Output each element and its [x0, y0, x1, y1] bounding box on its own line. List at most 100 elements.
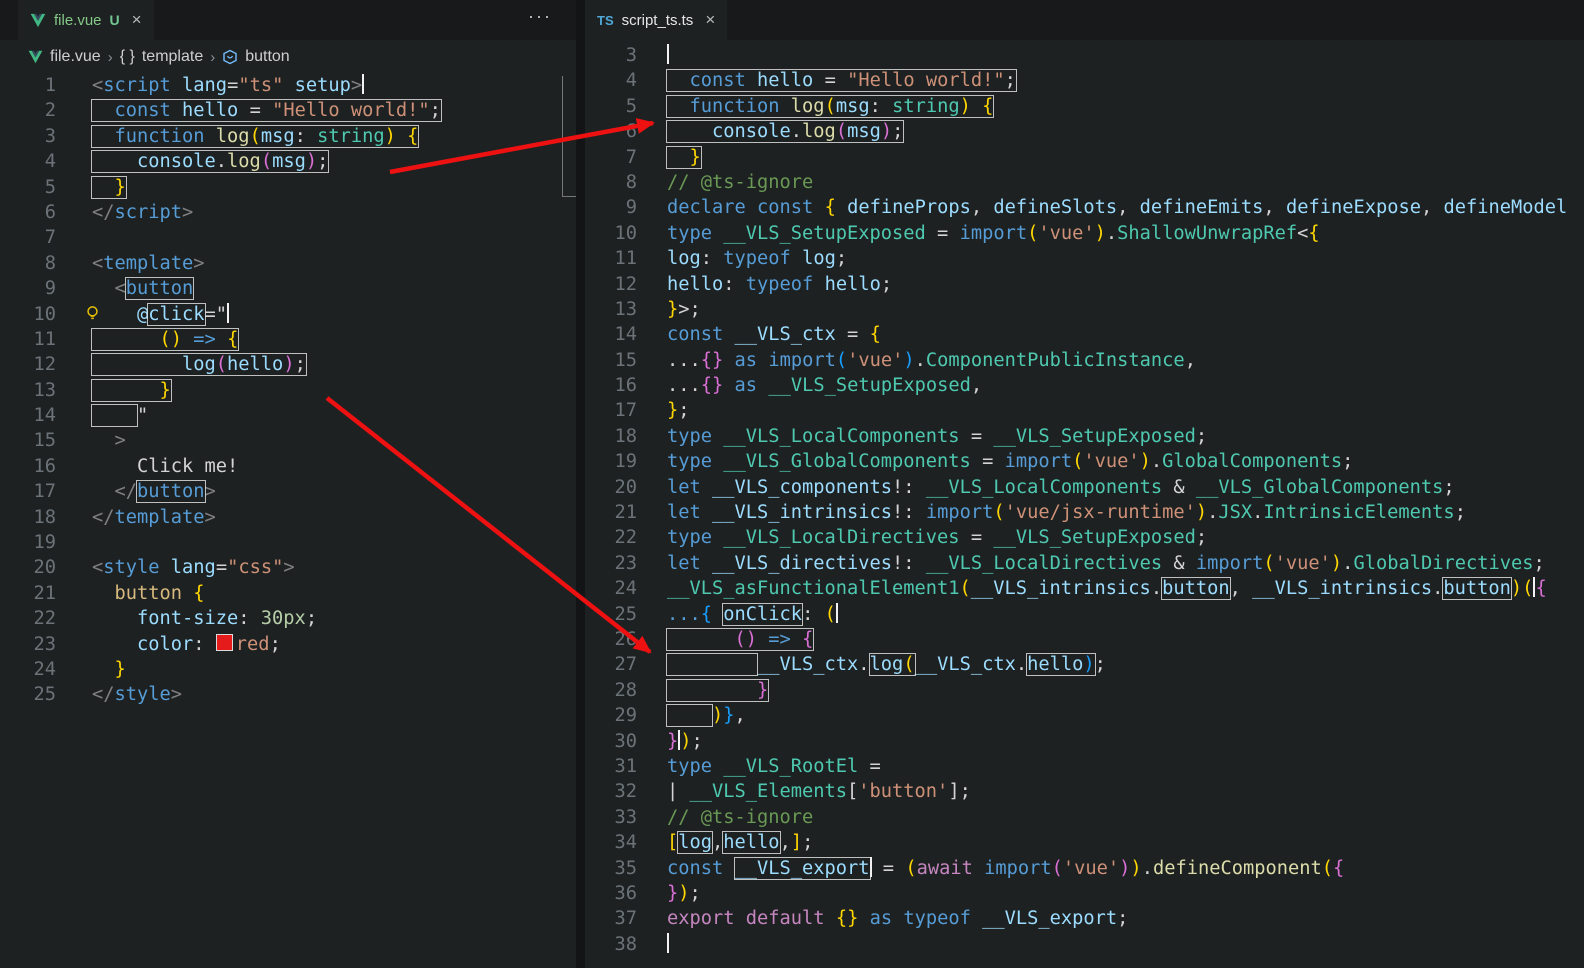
code-token: & — [1162, 552, 1196, 574]
code-content: <style lang="css"> — [92, 555, 295, 580]
breadcrumb-item-file[interactable]: file.vue — [50, 48, 101, 66]
code-token: } — [114, 658, 126, 680]
code-line: 11 () => { — [0, 327, 576, 352]
tab-script-ts[interactable]: TS script_ts.ts × — [585, 0, 728, 40]
mapping-box — [90, 404, 139, 428]
line-number: 14 — [614, 324, 637, 346]
editor-actions-icon[interactable]: ··· — [528, 6, 552, 27]
close-icon[interactable]: × — [132, 10, 142, 30]
code-line: 30}); — [585, 729, 1584, 754]
code-token: log — [790, 95, 825, 117]
code-token: . — [1432, 578, 1444, 600]
code-token: !: — [892, 552, 926, 574]
code-content: declare const { defineProps, defineSlots… — [667, 195, 1567, 220]
code-token: log — [802, 248, 836, 270]
line-number: 3 — [625, 45, 637, 66]
mapping-box: hello) — [1026, 653, 1096, 677]
code-token: hello — [667, 273, 724, 295]
code-token: msg — [260, 125, 295, 147]
line-number: 15 — [33, 430, 56, 452]
code-token: > — [114, 430, 126, 452]
code-token: log — [678, 832, 713, 854]
close-icon[interactable]: × — [705, 10, 715, 30]
code-token: default — [745, 908, 825, 930]
code-content: type __VLS_RootEl = — [667, 754, 881, 779]
code-content: log(hello); — [91, 352, 307, 377]
code-content: } — [91, 175, 127, 200]
code-line: 23 color: red; — [0, 632, 576, 657]
code-token: let — [667, 552, 701, 574]
line-number: 20 — [33, 557, 56, 579]
code-token: } — [757, 679, 769, 701]
code-token: __VLS_export — [734, 857, 870, 879]
code-token: . — [1150, 451, 1163, 473]
code-token: , — [970, 375, 983, 397]
code-token: ( — [1522, 578, 1534, 600]
mapping-box: const hello = "Hello world!"; — [91, 99, 442, 123]
code-token: = — [835, 324, 870, 346]
code-content: font-size: 30px; — [92, 606, 317, 631]
line-number: 6 — [625, 121, 637, 143]
mapping-box: button — [136, 480, 206, 504]
code-token: __VLS_ctx — [734, 324, 836, 346]
line-number: 25 — [614, 603, 637, 625]
mapping-box: console.log(msg); — [90, 150, 330, 174]
pane-divider[interactable] — [576, 0, 585, 968]
breadcrumb-item-template[interactable]: template — [142, 48, 203, 66]
code-line: 18 type __VLS_LocalComponents = __VLS_Set… — [585, 424, 1584, 449]
code-line: 16 Click me! — [0, 454, 576, 479]
code-token: ... — [667, 603, 701, 625]
code-token: script — [114, 201, 183, 223]
line-number: 34 — [614, 832, 637, 854]
code-token: GlobalDirectives — [1353, 552, 1534, 574]
code-content: console.log(msg); — [665, 119, 905, 144]
code-token: , — [779, 832, 791, 854]
code-token: string — [892, 95, 960, 117]
color-swatch[interactable] — [215, 633, 233, 651]
code-line: 5 } — [0, 175, 576, 200]
code-token: setup — [294, 75, 351, 96]
element-symbol-icon — [223, 49, 237, 65]
code-content: __VLS_ctx.log(__VLS_ctx.hello); — [665, 652, 1106, 677]
code-token: __VLS_export — [982, 908, 1118, 930]
editor-pane-file-vue[interactable]: 1 <script lang="ts" setup> 2 const hello =… — [0, 73, 576, 968]
code-line: 12 log(hello); — [0, 352, 576, 377]
line-number: 20 — [614, 476, 637, 498]
code-token: await — [916, 857, 973, 879]
editor-pane-script-ts[interactable]: 34 const hello = "Hello world!"; 5 functi… — [585, 43, 1584, 968]
code-token: log — [215, 125, 250, 147]
code-token: __VLS_SetupExposed — [993, 425, 1196, 447]
code-content: | __VLS_Elements['button']; — [667, 779, 971, 804]
code-token: ; — [835, 248, 848, 270]
line-number: 5 — [625, 95, 637, 117]
mapping-box: button — [124, 277, 195, 301]
code-token: color — [137, 633, 194, 655]
code-token: , — [1184, 349, 1196, 371]
code-token: { — [824, 197, 836, 219]
line-number: 27 — [614, 654, 637, 676]
line-number: 32 — [614, 781, 637, 803]
code-token: 30px — [260, 608, 306, 630]
line-number: 14 — [33, 405, 56, 427]
code-token: & — [1162, 476, 1196, 498]
lightbulb-icon[interactable] — [84, 305, 101, 322]
tab-bar-right: TS script_ts.ts × — [585, 0, 1584, 40]
breadcrumb-item-button[interactable]: button — [245, 48, 289, 66]
mapping-box: () => { — [665, 627, 815, 651]
code-token: template — [103, 252, 194, 274]
code-token: ( — [993, 502, 1005, 524]
code-token: ) — [1119, 857, 1131, 879]
code-token: defineSlots — [993, 197, 1118, 219]
code-token: [ — [847, 781, 859, 803]
mapping-box: } — [666, 145, 702, 169]
code-token: defineProps — [847, 197, 971, 219]
tab-file-vue[interactable]: file.vue U × — [18, 0, 154, 40]
code-content: }>; — [667, 297, 701, 322]
